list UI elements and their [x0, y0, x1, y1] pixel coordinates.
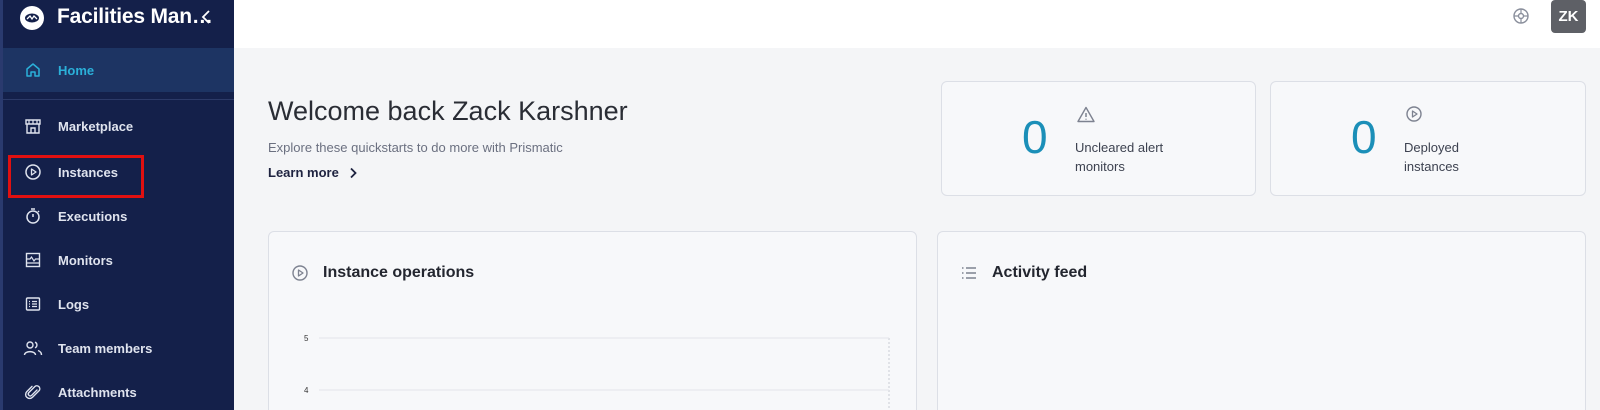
brand-logo-icon[interactable]: [20, 6, 44, 30]
sidebar-item-label: Attachments: [58, 384, 137, 400]
sidebar-item-label: Executions: [58, 208, 128, 224]
stat-label: Deployed instances: [1404, 140, 1459, 174]
monitor-chart-icon: [22, 249, 44, 271]
stat-value: 0: [1022, 111, 1048, 163]
sidebar-item-attachments[interactable]: Attachments: [3, 372, 234, 410]
sidebar-divider: [3, 99, 234, 100]
stat-value: 0: [1351, 111, 1377, 163]
chevron-right-icon: [350, 167, 357, 178]
warning-icon: [1076, 105, 1096, 125]
sidebar-item-home[interactable]: Home: [3, 48, 234, 92]
stat-card-alert-monitors[interactable]: 0 Uncleared alert monitors: [941, 81, 1256, 196]
avatar[interactable]: ZK: [1551, 0, 1586, 33]
list-icon: [960, 264, 978, 282]
activity-feed-panel: Activity feed: [937, 231, 1586, 410]
instance-operations-panel: Instance operations 54: [268, 231, 917, 410]
sidebar-item-marketplace[interactable]: Marketplace: [3, 106, 234, 146]
storefront-icon: [22, 115, 44, 137]
home-icon: [22, 59, 44, 81]
gear-icon[interactable]: [1512, 7, 1530, 25]
users-icon: [22, 337, 44, 359]
stopwatch-icon: [22, 205, 44, 227]
sidebar-item-label: Monitors: [58, 252, 113, 268]
welcome-subtitle: Explore these quickstarts to do more wit…: [268, 140, 563, 155]
logs-icon: [22, 293, 44, 315]
sidebar-item-label: Home: [58, 62, 95, 78]
sidebar-item-monitors[interactable]: Monitors: [3, 240, 234, 280]
sidebar-item-label: Team members: [58, 340, 153, 356]
top-bar: [234, 0, 1600, 48]
sidebar-item-label: Logs: [58, 296, 90, 312]
paperclip-icon: [22, 381, 44, 403]
sidebar: Facilities Man… Home Marketplace Instanc…: [0, 0, 234, 410]
learn-more-link[interactable]: Learn more: [268, 165, 357, 180]
stat-card-deployed-instances[interactable]: 0 Deployed instances: [1270, 81, 1586, 196]
play-circle-icon: [1405, 105, 1425, 125]
sidebar-item-label: Marketplace: [58, 118, 134, 134]
y-tick-label: 5: [304, 334, 309, 343]
panel-title: Activity feed: [992, 264, 1088, 281]
sidebar-item-logs[interactable]: Logs: [3, 284, 234, 324]
page-title: Welcome back Zack Karshner: [268, 96, 628, 126]
sidebar-item-executions[interactable]: Executions: [3, 196, 234, 236]
learn-more-label: Learn more: [268, 165, 339, 180]
chevron-left-icon: [201, 10, 210, 24]
collapse-sidebar-button[interactable]: [196, 5, 216, 29]
instance-operations-chart: 54: [304, 334, 890, 410]
y-tick-label: 4: [304, 386, 309, 395]
highlight-annotation: [8, 155, 144, 198]
stat-label: Uncleared alert monitors: [1075, 140, 1164, 174]
brand: Facilities Man…: [0, 0, 234, 46]
app-title: Facilities Man…: [57, 5, 213, 28]
sidebar-item-team-members[interactable]: Team members: [3, 328, 234, 368]
